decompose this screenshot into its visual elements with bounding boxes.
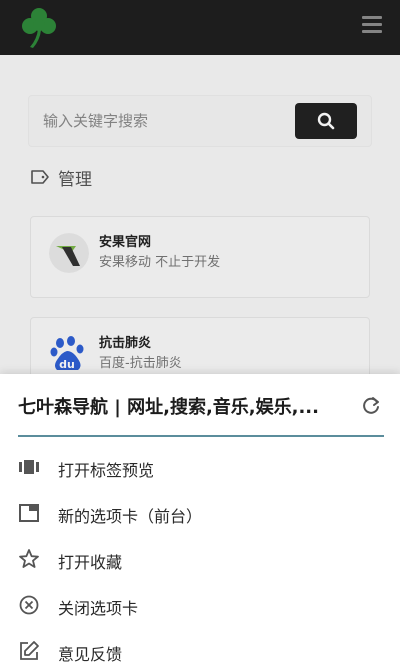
menu-item-label: 意见反馈	[58, 645, 123, 664]
refresh-icon[interactable]	[360, 394, 382, 416]
menu-item-label: 打开标签预览	[58, 461, 155, 480]
menu-item-label: 打开收藏	[58, 553, 123, 572]
menu-item-label: 新的选项卡（前台）	[58, 507, 203, 526]
close-circle-icon	[19, 595, 39, 615]
sheet-page-title: 七叶森导航 | 网址,搜索,音乐,娱乐,...	[18, 397, 319, 418]
edit-icon	[20, 641, 39, 660]
menu-item-label: 关闭选项卡	[58, 599, 139, 618]
new-tab-icon	[19, 504, 39, 522]
menu-item-bookmarks[interactable]: 打开收藏	[0, 537, 400, 583]
star-icon	[19, 549, 39, 568]
bottom-sheet-menu: 七叶森导航 | 网址,搜索,音乐,娱乐,... 打开标签预览 新的选项卡（前台）…	[0, 374, 400, 666]
background-dim[interactable]	[0, 0, 400, 374]
menu-item-new-tab[interactable]: 新的选项卡（前台）	[0, 491, 400, 537]
menu-item-close-tab[interactable]: 关闭选项卡	[0, 583, 400, 629]
tab-preview-icon	[19, 460, 39, 474]
menu-item-tab-preview[interactable]: 打开标签预览	[0, 445, 400, 491]
title-divider	[18, 435, 384, 437]
menu-item-feedback[interactable]: 意见反馈	[0, 629, 400, 666]
